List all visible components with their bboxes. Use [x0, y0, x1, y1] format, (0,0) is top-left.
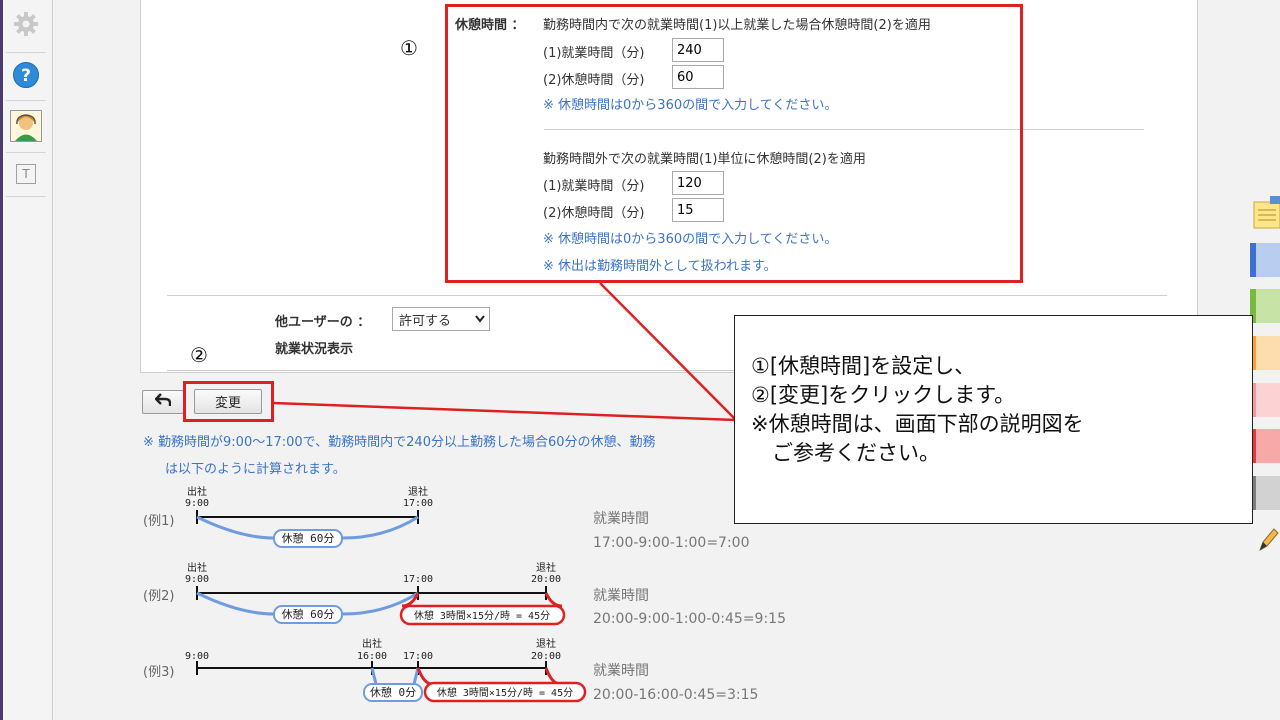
ex2-result-formula: 20:00-9:00-1:00-0:45=9:15: [593, 611, 786, 627]
ex2-tick-top: 退社: [536, 561, 556, 574]
ex3-tick-top: 退社: [536, 637, 556, 650]
ex2-result-title: 就業時間: [593, 588, 649, 604]
ex1-result-formula: 17:00-9:00-1:00=7:00: [593, 535, 750, 551]
ex1-break-pill: 休憩 60分: [282, 531, 335, 545]
pencil-icon[interactable]: [1256, 526, 1280, 554]
ex2-overtime-pill: 休憩 3時間×15分/時 = 45分: [414, 609, 550, 622]
color-swatch-gray[interactable]: [1250, 476, 1280, 510]
ex1-tick-top: 退社: [408, 485, 428, 498]
ex3-tick-time: 20:00: [531, 651, 561, 662]
instruction-callout: ①[休憩時間]を設定し、 ②[変更]をクリックします。 ※休憩時間は、画面下部の…: [734, 315, 1253, 524]
color-swatch-red[interactable]: [1250, 429, 1280, 463]
sticky-note-icon[interactable]: [1252, 196, 1280, 230]
ex3-tick-top: 出社: [362, 637, 382, 650]
ex2-tick-top: 出社: [187, 561, 207, 574]
ex2-tick-time: 17:00: [403, 574, 433, 585]
ex1-tick-time: 17:00: [403, 498, 433, 509]
callout-line: ※休憩時間は、画面下部の説明図を: [751, 412, 1084, 436]
color-swatch-blue[interactable]: [1250, 243, 1280, 277]
callout-line: ご参考ください。: [751, 441, 940, 465]
callout-connector: [272, 401, 737, 422]
ex3-tick-time: 9:00: [185, 651, 209, 662]
ex1-tick-top: 出社: [187, 485, 207, 498]
ex2-tick-time: 20:00: [531, 574, 561, 585]
ex3-overtime-pill: 休憩 3時間×15分/時 = 45分: [437, 686, 573, 699]
color-swatch-orange[interactable]: [1250, 336, 1280, 370]
color-swatch-green[interactable]: [1250, 289, 1280, 323]
ex3-tick-time: 17:00: [403, 651, 433, 662]
ex3-result-formula: 20:00-16:00-0:45=3:15: [593, 687, 759, 703]
ex2-break-pill: 休憩 60分: [282, 607, 335, 621]
ex2-tick-time: 9:00: [185, 574, 209, 585]
ex3-tick-time: 16:00: [357, 651, 387, 662]
callout-line: ①[休憩時間]を設定し、: [751, 354, 976, 378]
ex3-break-pill: 休憩 0分: [370, 685, 416, 699]
color-swatch-pink[interactable]: [1250, 383, 1280, 417]
callout-connector: [599, 282, 737, 421]
ex1-result-title: 就業時間: [593, 511, 649, 527]
ex3-result-title: 就業時間: [593, 663, 649, 679]
ex1-tick-time: 9:00: [185, 498, 209, 509]
callout-line: ②[変更]をクリックします。: [751, 383, 1016, 407]
